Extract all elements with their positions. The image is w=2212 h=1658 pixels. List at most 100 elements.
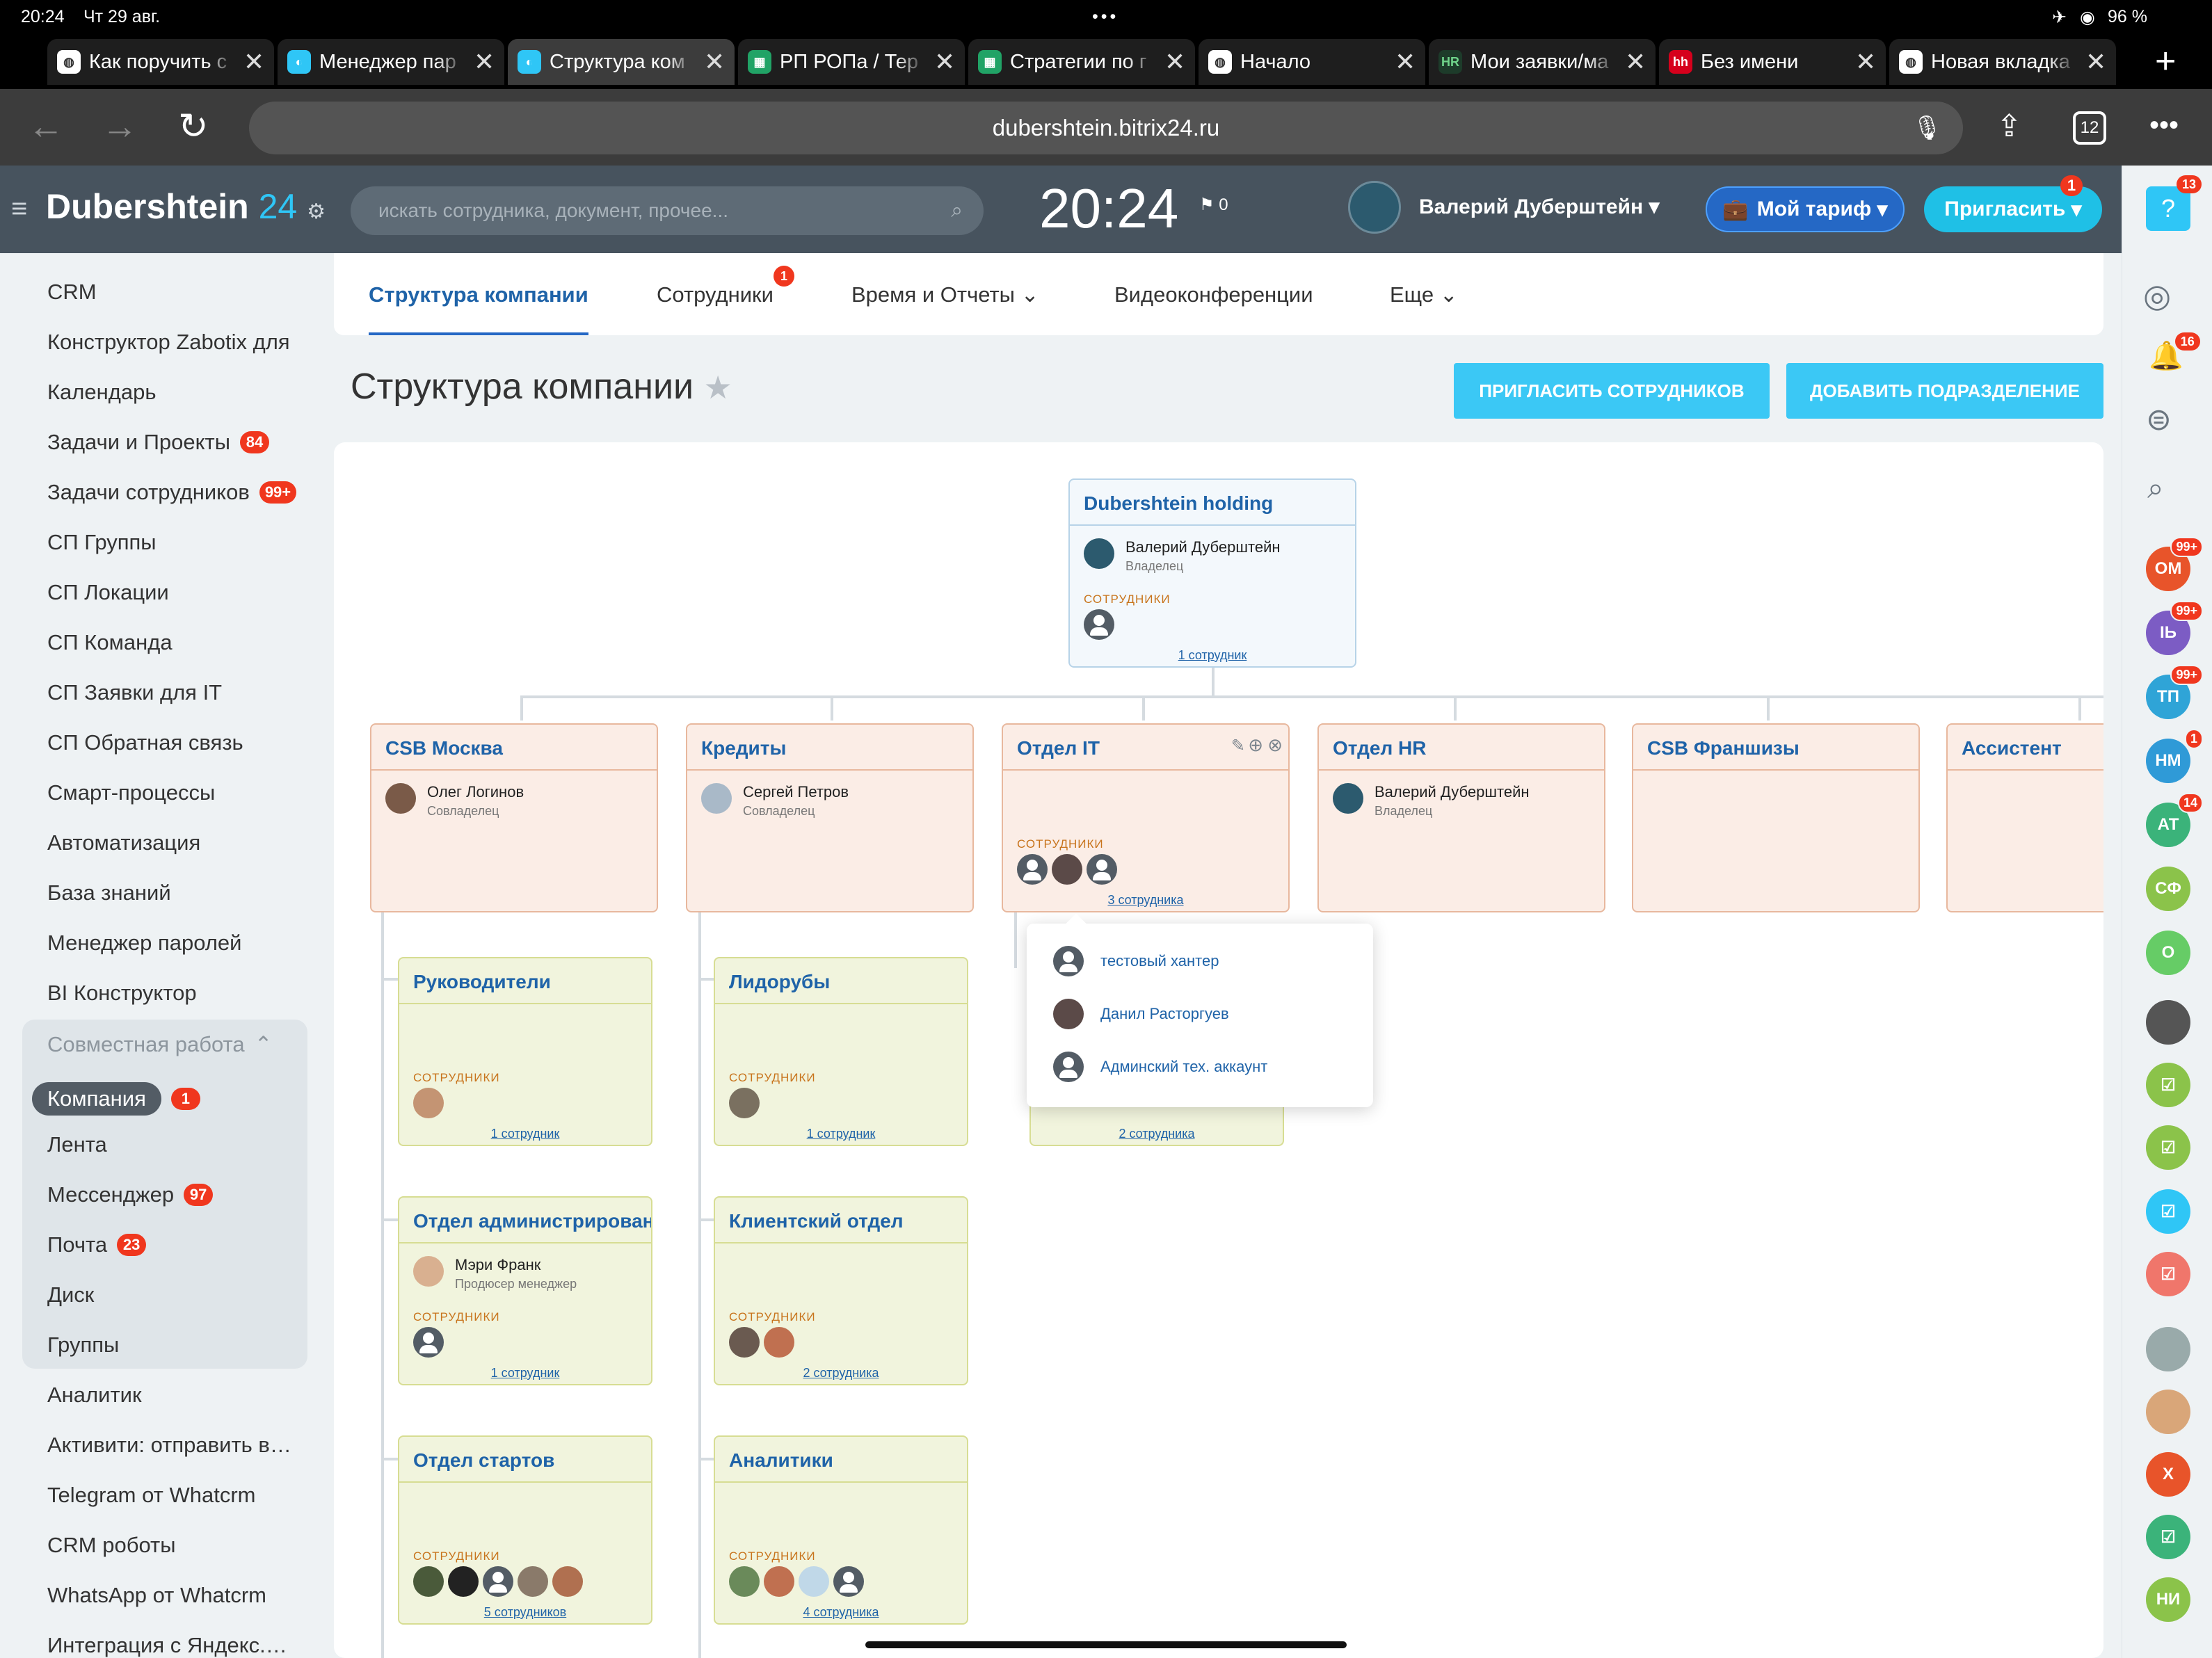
department-name[interactable]: Отдел стартов [399, 1437, 651, 1483]
department-head[interactable]: Сергей Петров Совладелец [701, 783, 849, 819]
chat-task-icon[interactable]: ☑ [2146, 1125, 2190, 1170]
employee-avatar[interactable] [1084, 538, 1114, 569]
chat-avatar-photo[interactable] [2146, 1390, 2190, 1434]
employee-count-link[interactable]: 1 сотрудник [1070, 648, 1355, 663]
sidebar-item[interactable]: СП Команда [47, 630, 173, 655]
copilot-icon[interactable]: ◎ [2143, 277, 2171, 314]
new-tab-icon[interactable]: + [2155, 40, 2176, 82]
employee-avatar[interactable] [729, 1566, 760, 1597]
department-card[interactable]: Ассистент [1946, 723, 2103, 912]
employee-avatar[interactable] [764, 1566, 794, 1597]
chat-avatar[interactable]: СФ [2146, 867, 2190, 911]
url-field[interactable]: dubershtein.bitrix24.ru 🎙 [249, 102, 1963, 154]
department-name[interactable]: Лидорубы [715, 958, 967, 1004]
empty-avatar-icon[interactable] [1017, 854, 1048, 885]
sidebar-item[interactable]: Группы [47, 1333, 119, 1358]
sidebar-item[interactable]: Интеграция с Яндекс.Директ [47, 1633, 295, 1658]
invite-button[interactable]: Пригласить ▾ 1 [1924, 175, 2102, 232]
tab-count[interactable]: 12 [2073, 111, 2106, 145]
sidebar-item[interactable]: Задачи сотрудников 99+ [47, 480, 297, 505]
forward-icon[interactable]: → [102, 106, 138, 147]
sidebar-item[interactable]: СП Заявки для IT [47, 680, 222, 705]
sidebar-item[interactable]: Календарь [47, 380, 156, 405]
department-card[interactable]: Кредиты Сергей Петров Совладелец [686, 723, 974, 912]
department-head[interactable]: Валерий Дуберштейн Владелец [1084, 538, 1281, 574]
sidebar-item[interactable]: BI Конструктор [47, 981, 197, 1006]
department-card[interactable]: Лидорубы СОТРУДНИКИ 1 сотрудник [714, 957, 968, 1146]
browser-tab[interactable]: ◐ Менеджер пар ✕ [278, 39, 504, 85]
close-tab-icon[interactable]: ✕ [1395, 47, 1416, 77]
sidebar-item[interactable]: WhatsApp от Whatcrm [47, 1583, 266, 1608]
employee-count-link[interactable]: 1 сотрудник [715, 1127, 967, 1141]
notification-bell-icon[interactable]: 🔔 16 [2149, 332, 2200, 372]
employee-avatar[interactable] [413, 1088, 444, 1118]
empty-avatar-icon[interactable] [1053, 1052, 1084, 1082]
employee-avatar[interactable] [413, 1256, 444, 1287]
chat-avatar[interactable]: Х [2146, 1452, 2190, 1497]
employee-avatar[interactable] [385, 783, 416, 814]
employee-avatar[interactable] [1333, 783, 1363, 814]
empty-avatar-icon[interactable] [1087, 854, 1117, 885]
sidebar-item[interactable]: Задачи и Проекты 84 [47, 430, 270, 455]
popup-employee[interactable]: Админский тех. аккаунт [1053, 1052, 1267, 1082]
sidebar-item[interactable]: Компания 1 [32, 1082, 200, 1116]
add-department-button[interactable]: ДОБАВИТЬ ПОДРАЗДЕЛЕНИЕ [1786, 363, 2103, 419]
sidebar-item[interactable]: CRM роботы [47, 1533, 176, 1558]
logo[interactable]: Dubershtein 24 ⚙ [46, 186, 326, 227]
empty-avatar-icon[interactable] [1084, 609, 1114, 640]
employee-avatar[interactable] [413, 1566, 444, 1597]
chat-avatar-logo[interactable] [2146, 1000, 2190, 1045]
close-tab-icon[interactable]: ✕ [1164, 47, 1185, 77]
tab-structure[interactable]: Структура компании [369, 282, 588, 307]
invite-employees-button[interactable]: ПРИГЛАСИТЬ СОТРУДНИКОВ [1454, 363, 1770, 419]
department-name[interactable]: Dubershtein holding [1070, 480, 1355, 526]
department-card[interactable]: CSB Франшизы [1632, 723, 1920, 912]
search-icon[interactable]: ⌕ [951, 199, 963, 223]
department-name[interactable]: Аналитики [715, 1437, 967, 1483]
my-tariff-button[interactable]: 💼 Мой тариф ▾ [1706, 186, 1905, 232]
sidebar-item[interactable]: Аналитик [47, 1383, 142, 1408]
sidebar-item[interactable]: Смарт-процессы [47, 780, 215, 805]
tab-more[interactable]: Еще ⌄ [1390, 282, 1458, 307]
chat-task-icon[interactable]: ☑ [2146, 1063, 2190, 1107]
chat-avatar[interactable]: ІЬ 99+ [2146, 601, 2203, 655]
department-head[interactable]: Мэри Франк Продюсер менеджер [413, 1256, 577, 1291]
employee-avatar[interactable] [1052, 854, 1082, 885]
sidebar-item[interactable]: СП Локации [47, 580, 169, 605]
employee-count-link[interactable]: 1 сотрудник [399, 1127, 651, 1141]
chat-avatar-photo[interactable] [2146, 1327, 2190, 1371]
chat-avatar[interactable]: АТ 14 [2146, 793, 2203, 847]
help-icon[interactable]: ? 13 [2146, 175, 2202, 231]
popup-employee[interactable]: Данил Расторгуев [1053, 999, 1229, 1029]
chat-task-icon[interactable]: ☑ [2146, 1252, 2190, 1296]
sidebar-item[interactable]: Лента [47, 1132, 107, 1157]
chat-avatar[interactable]: ТП 99+ [2146, 665, 2203, 719]
department-card[interactable]: Аналитики СОТРУДНИКИ 4 сотрудника [714, 1435, 968, 1625]
add-icon[interactable]: ⊕ [1248, 734, 1263, 756]
department-name[interactable]: Ассистент [1948, 725, 2103, 771]
department-card[interactable]: CSB Москва Олег Логинов Совладелец [370, 723, 658, 912]
chat-avatar[interactable]: О [2146, 931, 2190, 975]
close-tab-icon[interactable]: ✕ [1625, 47, 1646, 77]
employee-count-link[interactable]: 1 сотрудник [399, 1366, 651, 1381]
department-card[interactable]: Клиентский отдел СОТРУДНИКИ 2 сотрудника [714, 1196, 968, 1385]
sidebar-item[interactable]: СП Группы [47, 530, 157, 555]
employee-count-link[interactable]: 2 сотрудника [715, 1366, 967, 1381]
sidebar-item[interactable]: Конструктор Zabotix для [47, 330, 290, 355]
close-tab-icon[interactable]: ✕ [243, 47, 264, 77]
empty-avatar-icon[interactable] [833, 1566, 864, 1597]
sidebar-item[interactable]: Диск [47, 1282, 94, 1307]
employee-count-link[interactable]: 5 сотрудников [399, 1605, 651, 1620]
employee-count-link[interactable]: 4 сотрудника [715, 1605, 967, 1620]
tab-videoconf[interactable]: Видеоконференции [1114, 282, 1313, 307]
department-name[interactable]: Отдел HR [1319, 725, 1604, 771]
employee-avatar[interactable] [552, 1566, 583, 1597]
close-tab-icon[interactable]: ✕ [2085, 47, 2106, 77]
browser-tab[interactable]: ◍ Начало ✕ [1199, 39, 1425, 85]
hamburger-icon[interactable]: ≡ [11, 193, 27, 225]
department-head[interactable]: Олег Логинов Совладелец [385, 783, 524, 819]
chat-avatar[interactable]: НМ 1 [2146, 729, 2203, 783]
department-name[interactable]: CSB Москва [371, 725, 657, 771]
department-name[interactable]: Руководители [399, 958, 651, 1004]
department-name[interactable]: Отдел администрирования [399, 1198, 651, 1244]
